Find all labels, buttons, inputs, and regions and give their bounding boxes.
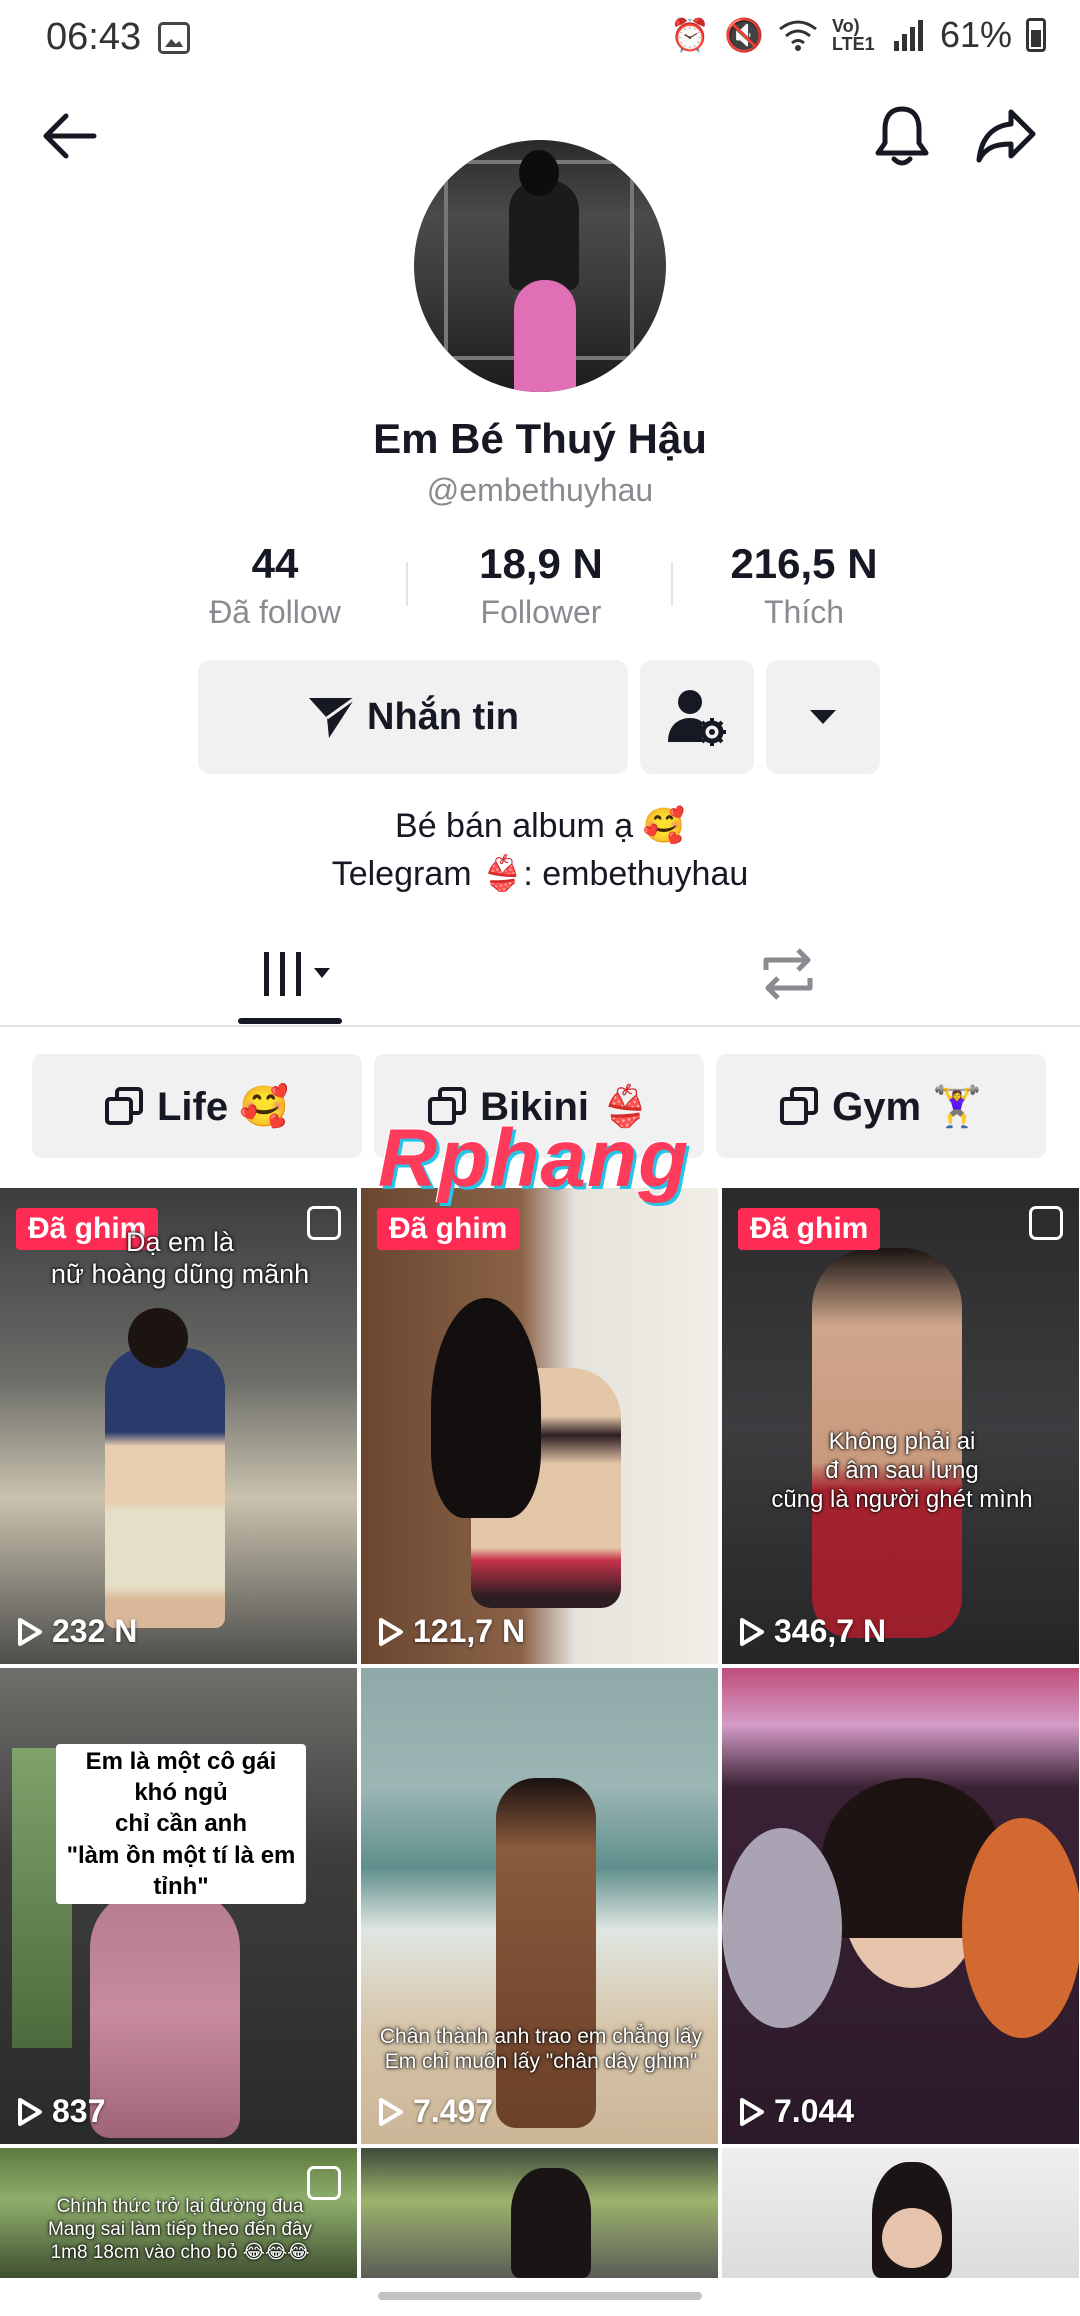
- mute-icon: 🔇: [724, 17, 764, 53]
- stat-divider: [406, 562, 408, 606]
- stat-followers[interactable]: 18,9 N Follower: [421, 540, 661, 631]
- profile-name: Em Bé Thuý Hậu: [373, 415, 707, 462]
- bio-line: Telegram 👙: embethuyhau: [331, 855, 749, 893]
- multi-photo-icon: [1029, 1206, 1063, 1240]
- stat-value: 44: [251, 540, 299, 587]
- video-tile-1[interactable]: Đã ghim Dạ em là nữ hoàng dũng mãnh 232 …: [0, 1188, 357, 1664]
- video-caption: Dạ em là nữ hoàng dũng mãnh: [30, 1226, 330, 1291]
- signal-icon: [893, 20, 923, 51]
- battery-percent: 61%: [939, 14, 1012, 55]
- tab-bar: [0, 935, 1080, 1027]
- stat-value: 18,9 N: [479, 540, 603, 587]
- share-button[interactable]: [966, 96, 1046, 176]
- view-count: 121,7 N: [377, 1613, 525, 1650]
- video-caption: Chân thành anh trao em chẳng lấy Em chỉ …: [371, 2024, 711, 2074]
- video-caption-text: Chân thành anh trao em chẳng lấy Em chỉ …: [379, 2025, 703, 2074]
- send-icon: [309, 696, 356, 738]
- multi-photo-icon: [307, 2166, 341, 2200]
- message-button-label: Nhắn tin: [367, 695, 519, 738]
- view-count: 346,7 N: [738, 1613, 886, 1650]
- play-icon: [379, 2097, 403, 2126]
- playlist-icon: [780, 1087, 819, 1125]
- playlist-label: Life 🥰: [156, 1084, 290, 1129]
- stat-label: Đã follow: [209, 594, 341, 630]
- stat-likes[interactable]: 216,5 N Thích: [684, 540, 924, 631]
- person-settings-icon: [668, 690, 726, 746]
- view-count-value: 232 N: [52, 1613, 138, 1649]
- grid-icon: [264, 952, 330, 996]
- video-caption-text: Chính thức trở lại đường đua Mang sai là…: [47, 2196, 313, 2263]
- video-tile-5[interactable]: Chân thành anh trao em chẳng lấy Em chỉ …: [361, 1668, 718, 2144]
- playlist-gym[interactable]: Gym 🏋️‍♀️: [716, 1054, 1046, 1158]
- alarm-icon: ⏰: [670, 17, 711, 53]
- playlist-icon: [104, 1087, 143, 1125]
- add-friend-settings-button[interactable]: [640, 660, 754, 774]
- video-tile-6[interactable]: 7.044: [722, 1668, 1079, 2144]
- view-count-value: 346,7 N: [774, 1613, 887, 1649]
- bell-icon: [875, 106, 929, 166]
- view-count: 232 N: [16, 1613, 137, 1650]
- stat-label: Thích: [763, 594, 845, 630]
- video-tile-9[interactable]: [722, 2148, 1079, 2278]
- bio-line: Bé bán album ạ 🥰: [395, 807, 685, 845]
- video-caption: Không phải ai đ âm sau lưng cũng là ngườ…: [742, 1428, 1062, 1514]
- stat-divider: [671, 562, 673, 606]
- profile-handle: @embethuyhau: [426, 472, 654, 508]
- message-button[interactable]: Nhắn tin: [198, 660, 628, 774]
- view-count: 837: [16, 2093, 105, 2130]
- tab-reposts[interactable]: [758, 946, 822, 1006]
- view-count-value: 837: [52, 2093, 106, 2129]
- notifications-button[interactable]: [862, 96, 942, 176]
- back-button[interactable]: [28, 96, 108, 176]
- arrow-left-icon: [43, 113, 97, 159]
- battery-icon: [1026, 18, 1046, 52]
- view-count-value: 121,7 N: [413, 1613, 526, 1649]
- video-tile-7[interactable]: Chính thức trở lại đường đua Mang sai là…: [0, 2148, 357, 2278]
- tab-videos[interactable]: [258, 950, 348, 1000]
- video-caption: Chính thức trở lại đường đua Mang sai là…: [20, 2196, 340, 2264]
- repost-icon: [763, 948, 813, 1000]
- play-icon: [379, 1617, 403, 1646]
- view-count-value: 7.044: [774, 2093, 855, 2129]
- play-icon: [18, 2097, 42, 2126]
- video-caption: Em là một cô gái khó ngủ chỉ cần anh "là…: [56, 1744, 306, 1904]
- video-caption-text: Không phải ai đ âm sau lưng cũng là ngườ…: [771, 1428, 1033, 1513]
- playlist-label: Gym 🏋️‍♀️: [832, 1084, 982, 1129]
- watermark-logo: Rphang: [378, 1113, 690, 1204]
- pinned-badge: Đã ghim: [738, 1208, 881, 1250]
- caret-down-icon: [810, 710, 836, 724]
- network-label: Vo) LTE1: [831, 16, 875, 54]
- status-bar: 06:43 ⏰ 🔇 Vo) LTE1 61%: [0, 0, 1080, 80]
- pinned-badge: Đã ghim: [377, 1208, 520, 1250]
- wifi-icon: [779, 20, 817, 51]
- video-caption-text: Dạ em là nữ hoàng dũng mãnh: [50, 1227, 310, 1290]
- home-indicator[interactable]: [378, 2292, 702, 2300]
- video-caption-text: Em là một cô gái khó ngủ chỉ cần anh "là…: [56, 1744, 306, 1904]
- stat-following[interactable]: 44 Đã follow: [155, 540, 395, 631]
- playlist-life[interactable]: Life 🥰: [32, 1054, 362, 1158]
- status-time: 06:43: [46, 16, 142, 58]
- active-tab-indicator: [238, 1018, 342, 1024]
- status-icons: ⏰ 🔇 Vo) LTE1 61%: [670, 14, 1046, 56]
- video-tile-4[interactable]: Em là một cô gái khó ngủ chỉ cần anh "là…: [0, 1668, 357, 2144]
- gallery-notification-icon: [158, 22, 190, 54]
- share-icon: [976, 109, 1036, 163]
- video-tile-8[interactable]: [361, 2148, 718, 2278]
- video-tile-3[interactable]: Đã ghim Không phải ai đ âm sau lưng cũng…: [722, 1188, 1079, 1664]
- stat-value: 216,5 N: [730, 540, 878, 587]
- view-count-value: 7.497: [413, 2093, 494, 2129]
- view-count: 7.497: [377, 2093, 493, 2130]
- video-tile-2[interactable]: Đã ghim 121,7 N: [361, 1188, 718, 1664]
- play-icon: [740, 1617, 764, 1646]
- play-icon: [740, 2097, 764, 2126]
- play-icon: [18, 1617, 42, 1646]
- more-dropdown-button[interactable]: [766, 660, 880, 774]
- avatar[interactable]: [414, 140, 666, 392]
- view-count: 7.044: [738, 2093, 854, 2130]
- stat-label: Follower: [480, 594, 602, 630]
